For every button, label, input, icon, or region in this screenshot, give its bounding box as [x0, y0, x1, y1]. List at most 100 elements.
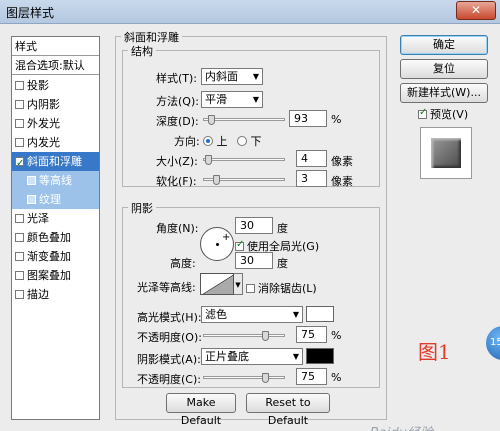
- depth-input[interactable]: 93: [289, 110, 327, 127]
- highlight-opacity-slider[interactable]: [203, 331, 285, 341]
- depth-label: 深度(D):: [156, 115, 199, 128]
- angle-input[interactable]: 30: [235, 217, 273, 234]
- style-list-header[interactable]: 样式: [12, 37, 99, 56]
- soften-slider[interactable]: [203, 175, 285, 185]
- style-item-pattern-overlay[interactable]: 图案叠加: [12, 266, 99, 285]
- style-item-inner-glow[interactable]: 内发光: [12, 133, 99, 152]
- slider-thumb[interactable]: [208, 115, 215, 125]
- style-value: 内斜面: [205, 70, 238, 83]
- inner-shadow-checkbox[interactable]: [15, 100, 24, 109]
- style-item-label: 外发光: [27, 117, 60, 130]
- style-item-outer-glow[interactable]: 外发光: [12, 114, 99, 133]
- chevron-down-icon: ▼: [252, 95, 259, 104]
- highlight-mode-dropdown[interactable]: 滤色 ▼: [201, 306, 303, 323]
- new-style-button[interactable]: 新建样式(W)...: [400, 83, 488, 103]
- highlight-opacity-input[interactable]: 75: [296, 326, 327, 343]
- angle-label: 角度(N):: [156, 222, 199, 235]
- crosshair-icon: +: [222, 232, 231, 243]
- texture-checkbox[interactable]: [27, 195, 36, 204]
- blending-options-item[interactable]: 混合选项:默认: [12, 56, 99, 75]
- stroke-checkbox[interactable]: [15, 290, 24, 299]
- style-item-label: 投影: [27, 79, 49, 92]
- style-item-label: 描边: [27, 288, 49, 301]
- style-item-label: 内阴影: [27, 98, 60, 111]
- satin-checkbox[interactable]: [15, 214, 24, 223]
- close-button[interactable]: ✕: [456, 1, 496, 20]
- contour-dropdown-arrow[interactable]: ▼: [234, 273, 243, 295]
- direction-down-option[interactable]: 下: [237, 133, 262, 149]
- angle-dial[interactable]: +: [200, 227, 234, 261]
- style-item-label: 等高线: [39, 174, 72, 187]
- shadow-mode-value: 正片叠底: [205, 350, 249, 363]
- drop-shadow-checkbox[interactable]: [15, 81, 24, 90]
- structure-title: 结构: [128, 43, 156, 59]
- highlight-opacity-label: 不透明度(O):: [137, 331, 202, 344]
- radio-down[interactable]: [237, 136, 247, 146]
- window-title: 图层样式: [6, 6, 55, 20]
- shadow-mode-label: 阴影模式(A):: [137, 353, 201, 366]
- color-overlay-checkbox[interactable]: [15, 233, 24, 242]
- direction-label: 方向:: [174, 135, 200, 148]
- style-item-inner-shadow[interactable]: 内阴影: [12, 95, 99, 114]
- contour-curve-icon: [202, 275, 233, 294]
- chevron-down-icon: ▼: [292, 352, 299, 361]
- shadow-mode-dropdown[interactable]: 正片叠底 ▼: [201, 348, 303, 365]
- gradient-overlay-checkbox[interactable]: [15, 252, 24, 261]
- style-item-gradient-overlay[interactable]: 渐变叠加: [12, 247, 99, 266]
- size-slider[interactable]: [203, 155, 285, 165]
- slider-thumb[interactable]: [262, 373, 269, 383]
- altitude-input[interactable]: 30: [235, 252, 273, 269]
- shadow-opacity-input[interactable]: 75: [296, 368, 327, 385]
- style-item-contour[interactable]: 等高线: [12, 171, 99, 190]
- radio-up[interactable]: [203, 136, 213, 146]
- depth-slider[interactable]: [203, 115, 285, 125]
- technique-dropdown[interactable]: 平滑 ▼: [201, 91, 263, 108]
- outer-glow-checkbox[interactable]: [15, 119, 24, 128]
- direction-up-option[interactable]: 上: [203, 133, 228, 149]
- bevel-emboss-checkbox[interactable]: [15, 154, 24, 173]
- preview-thumbnail: [431, 138, 461, 168]
- slider-thumb[interactable]: [205, 155, 212, 165]
- style-item-drop-shadow[interactable]: 投影: [12, 76, 99, 95]
- soften-input[interactable]: 3: [296, 170, 327, 187]
- inner-glow-checkbox[interactable]: [15, 138, 24, 147]
- ok-button[interactable]: 确定: [400, 35, 488, 55]
- dial-center: [216, 243, 219, 246]
- preview-checkbox[interactable]: [418, 107, 427, 119]
- reset-button[interactable]: 复位: [400, 59, 488, 79]
- style-label: 样式(T):: [156, 72, 198, 85]
- chevron-down-icon: ▼: [252, 72, 259, 81]
- gloss-contour-picker[interactable]: [200, 273, 234, 295]
- antialias-option[interactable]: 消除锯齿(L): [246, 280, 317, 296]
- style-item-texture[interactable]: 纹理: [12, 190, 99, 209]
- layer-style-dialog: 样式 混合选项:默认 投影 内阴影 外发光 内发光 斜面和浮雕 等高线 纹理 光…: [0, 24, 500, 431]
- style-dropdown[interactable]: 内斜面 ▼: [201, 68, 263, 85]
- highlight-mode-label: 高光模式(H):: [137, 311, 202, 324]
- slider-thumb[interactable]: [262, 331, 269, 341]
- floating-badge: 15: [486, 326, 500, 360]
- style-item-label: 颜色叠加: [27, 231, 71, 244]
- reset-to-default-button[interactable]: Reset to Default: [246, 393, 330, 427]
- gloss-contour-label: 光泽等高线:: [137, 281, 196, 294]
- style-item-satin[interactable]: 光泽: [12, 209, 99, 228]
- style-item-bevel-emboss[interactable]: 斜面和浮雕: [12, 152, 99, 173]
- size-input[interactable]: 4: [296, 150, 327, 167]
- antialias-checkbox[interactable]: [246, 284, 255, 293]
- style-item-color-overlay[interactable]: 颜色叠加: [12, 228, 99, 247]
- shadow-color-swatch[interactable]: [306, 348, 334, 364]
- slider-thumb[interactable]: [213, 175, 220, 185]
- make-default-button[interactable]: Make Default: [166, 393, 236, 427]
- style-item-stroke[interactable]: 描边: [12, 285, 99, 304]
- preview-option[interactable]: 预览(V): [418, 106, 468, 122]
- highlight-color-swatch[interactable]: [306, 306, 334, 322]
- global-light-checkbox[interactable]: [235, 239, 244, 251]
- contour-checkbox[interactable]: [27, 176, 36, 185]
- pattern-overlay-checkbox[interactable]: [15, 271, 24, 280]
- chevron-down-icon: ▼: [235, 281, 241, 289]
- style-item-label: 光泽: [27, 212, 49, 225]
- style-item-label: 斜面和浮雕: [27, 155, 82, 168]
- shadow-opacity-slider[interactable]: [203, 373, 285, 383]
- technique-value: 平滑: [205, 93, 227, 106]
- antialias-label: 消除锯齿(L): [258, 282, 317, 295]
- style-item-label: 纹理: [39, 193, 61, 206]
